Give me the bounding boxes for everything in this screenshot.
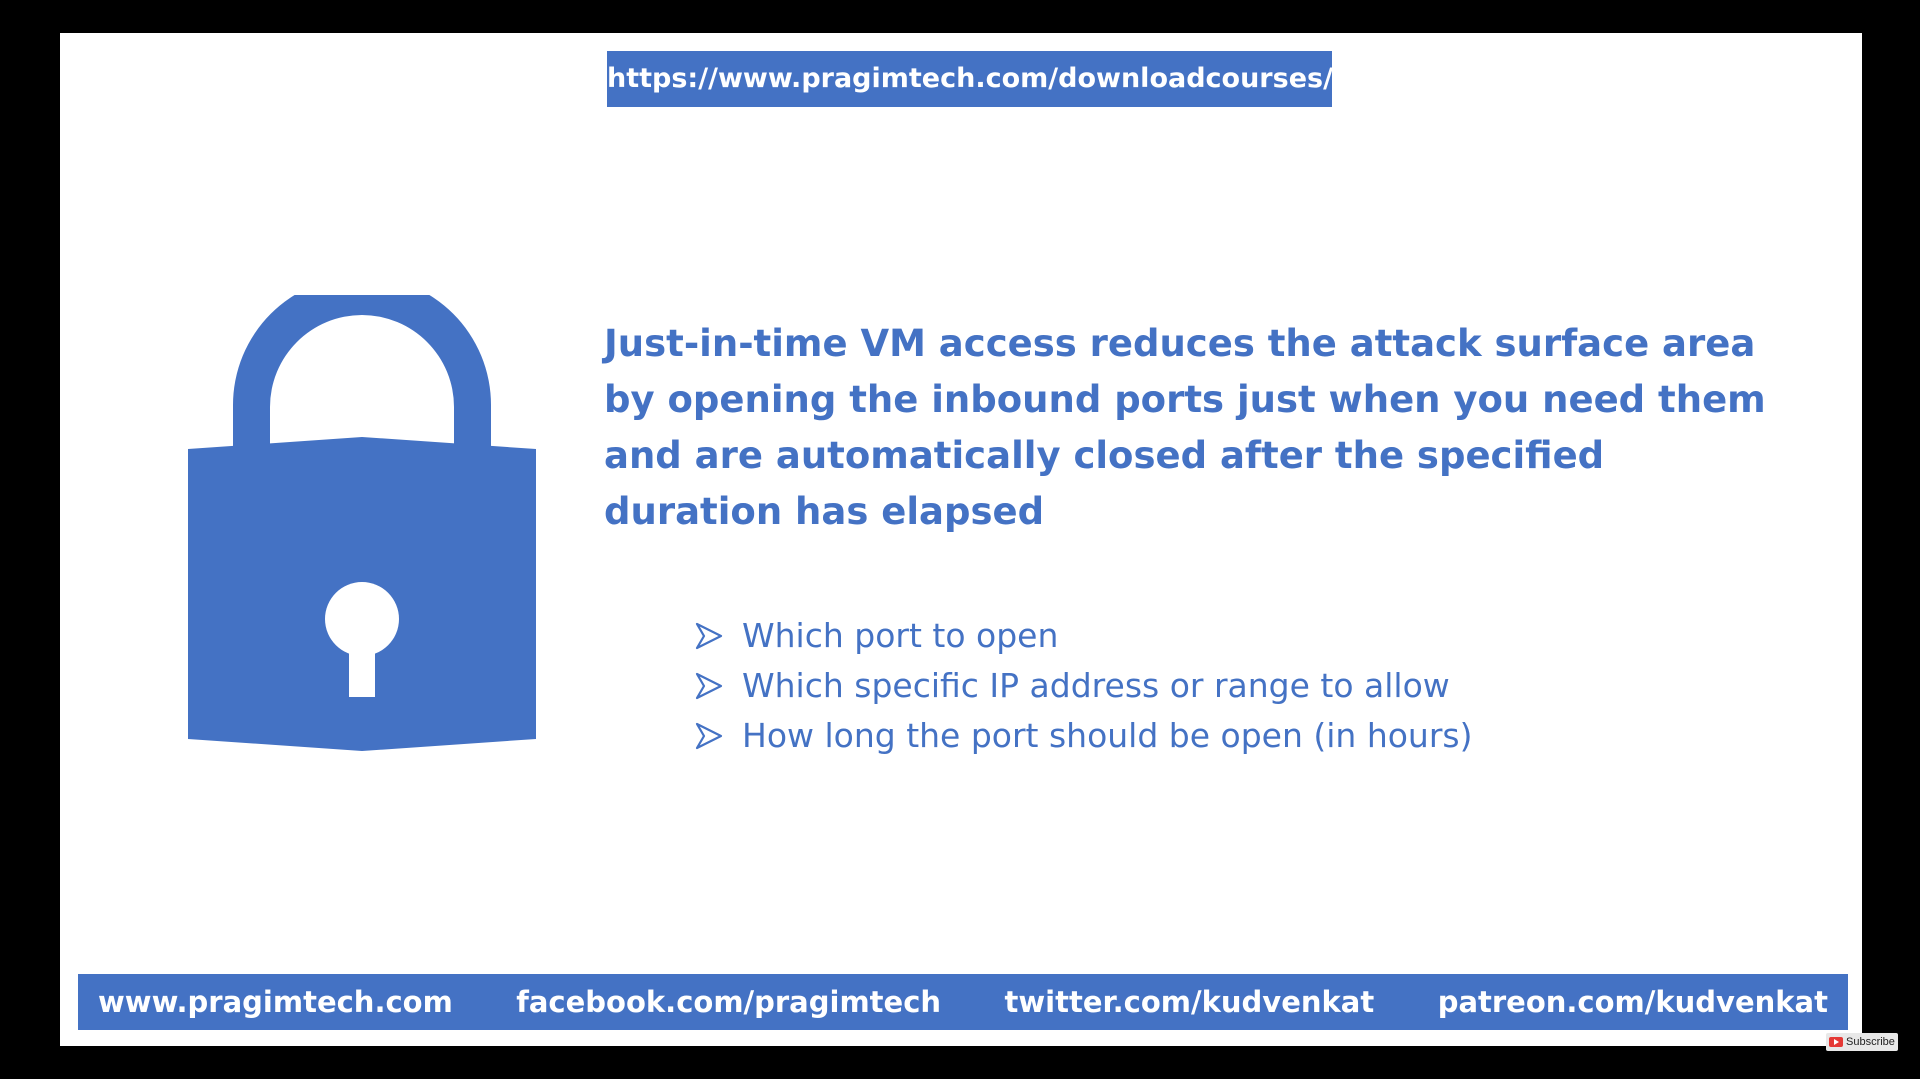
- arrow-icon: [695, 622, 723, 650]
- list-item: Which port to open: [694, 611, 1472, 661]
- arrow-icon: [695, 722, 723, 750]
- url-banner: https://www.pragimtech.com/downloadcours…: [607, 51, 1333, 107]
- arrow-icon: [695, 672, 723, 700]
- list-item: Which specific IP address or range to al…: [694, 661, 1472, 711]
- footer-link-website[interactable]: www.pragimtech.com: [98, 974, 453, 1030]
- slide-headline: Just-in-time VM access reduces the attac…: [604, 322, 1766, 533]
- bullet-text: How long the port should be open (in hou…: [742, 716, 1473, 755]
- youtube-icon: [1829, 1037, 1843, 1047]
- footer-link-patreon[interactable]: patreon.com/kudvenkat: [1438, 974, 1828, 1030]
- footer-link-twitter[interactable]: twitter.com/kudvenkat: [1005, 974, 1375, 1030]
- keyhole-slot: [349, 625, 375, 697]
- footer-bar: www.pragimtech.com facebook.com/pragimte…: [78, 974, 1848, 1030]
- footer-link-facebook[interactable]: facebook.com/pragimtech: [516, 974, 941, 1030]
- bullet-text: Which port to open: [742, 616, 1059, 655]
- bullet-list: Which port to open Which specific IP add…: [694, 611, 1472, 761]
- subscribe-button[interactable]: Subscribe: [1826, 1033, 1898, 1051]
- presentation-slide: https://www.pragimtech.com/downloadcours…: [60, 33, 1862, 1046]
- bullet-text: Which specific IP address or range to al…: [742, 666, 1450, 705]
- subscribe-label: Subscribe: [1846, 1036, 1895, 1048]
- list-item: How long the port should be open (in hou…: [694, 711, 1472, 761]
- padlock-shackle: [233, 295, 491, 453]
- video-frame: https://www.pragimtech.com/downloadcours…: [0, 0, 1920, 1079]
- padlock-icon: [188, 295, 536, 751]
